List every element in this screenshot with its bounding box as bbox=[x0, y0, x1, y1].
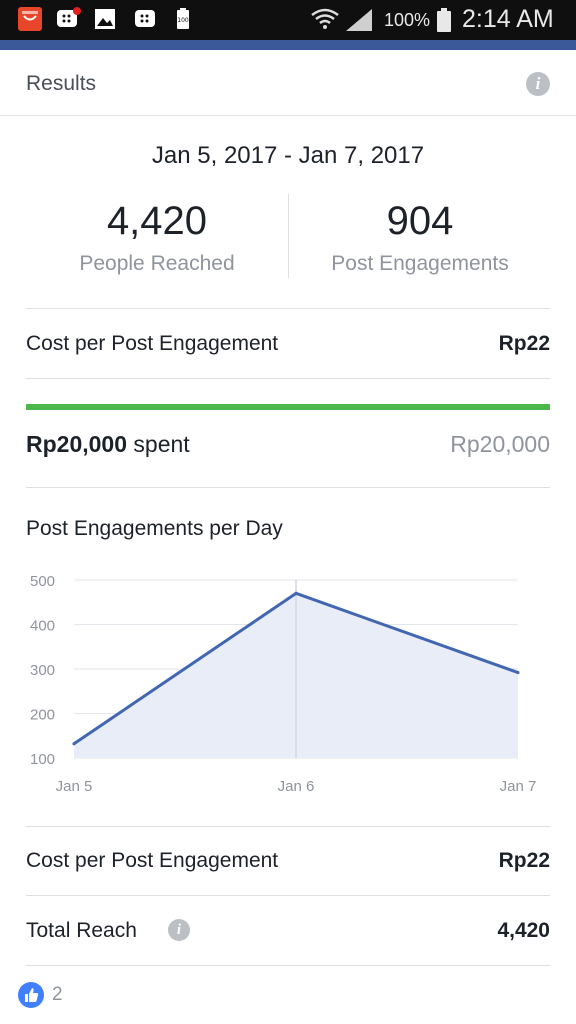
info-icon[interactable]: i bbox=[526, 72, 550, 96]
signal-icon bbox=[344, 7, 374, 31]
cost-per-engagement-label: Cost per Post Engagement bbox=[26, 332, 279, 355]
cost-per-engagement-value: Rp22 bbox=[498, 849, 550, 872]
total-reach-value: 4,420 bbox=[497, 919, 550, 942]
total-reach-row: Total Reach 4,420 bbox=[26, 919, 550, 949]
divider bbox=[26, 378, 550, 379]
battery-100-icon: 100 bbox=[176, 7, 190, 31]
y-tick-label: 100 bbox=[30, 751, 55, 768]
results-header: Results i bbox=[0, 50, 576, 116]
budget-total: Rp20,000 bbox=[450, 431, 550, 457]
wifi-icon bbox=[310, 7, 340, 31]
y-tick-label: 500 bbox=[30, 573, 55, 590]
x-tick-label: Jan 7 bbox=[500, 778, 537, 795]
budget-progress-bar bbox=[26, 404, 550, 410]
budget-progress-fill bbox=[26, 404, 550, 410]
battery-percent: 100% bbox=[384, 10, 431, 30]
divider bbox=[26, 965, 550, 966]
aliexpress-icon bbox=[18, 7, 42, 31]
post-engagements-label: Post Engagements bbox=[331, 252, 509, 275]
date-range: Jan 5, 2017 - Jan 7, 2017 bbox=[151, 142, 425, 169]
people-reached-stat: 4,420 People Reached bbox=[26, 198, 288, 276]
data-point bbox=[516, 671, 520, 675]
x-tick-label: Jan 5 bbox=[56, 778, 93, 795]
data-point bbox=[294, 591, 298, 595]
divider bbox=[26, 895, 550, 896]
spent-suffix: spent bbox=[127, 431, 190, 457]
data-point bbox=[72, 742, 76, 746]
y-tick-label: 300 bbox=[30, 662, 55, 679]
y-tick-label: 400 bbox=[30, 618, 55, 635]
divider bbox=[26, 826, 550, 827]
app-header-strip bbox=[0, 40, 576, 50]
gallery-icon bbox=[94, 7, 116, 31]
engagements-chart: 500 400 300 200 100Jan 5 Jan 6 Jan 7 bbox=[30, 573, 537, 795]
clock: 2:14 AM bbox=[462, 5, 554, 33]
chart-title: Post Engagements per Day bbox=[26, 517, 283, 540]
y-tick-label: 200 bbox=[30, 707, 55, 724]
cost-per-engagement-label: Cost per Post Engagement bbox=[26, 849, 279, 872]
x-tick-label: Jan 6 bbox=[278, 778, 315, 795]
divider bbox=[26, 308, 550, 309]
battery-icon bbox=[436, 7, 452, 32]
like-count: 2 bbox=[52, 984, 63, 1005]
people-reached-value: 4,420 bbox=[106, 199, 208, 243]
svg-text:100: 100 bbox=[177, 17, 189, 24]
post-engagements-value: 904 bbox=[386, 199, 454, 243]
cost-per-engagement-value: Rp22 bbox=[498, 332, 550, 355]
status-bar: 100 100% 2:14 AM bbox=[0, 0, 576, 40]
spent-amount: Rp20,000 bbox=[26, 431, 128, 457]
bbm-notification-icon bbox=[56, 7, 81, 31]
bbm-icon bbox=[134, 7, 156, 31]
post-engagements-stat: 904 Post Engagements bbox=[290, 198, 550, 276]
people-reached-label: People Reached bbox=[79, 252, 235, 275]
divider bbox=[26, 487, 550, 488]
cost-per-engagement-row: Cost per Post Engagement Rp22 bbox=[26, 332, 550, 362]
page-title: Results bbox=[26, 72, 97, 95]
total-reach-label: Total Reach bbox=[26, 919, 137, 942]
cost-per-engagement-row-bottom: Cost per Post Engagement Rp22 bbox=[26, 849, 550, 879]
total-reach-info-icon[interactable]: i bbox=[168, 919, 190, 941]
thumbs-up-icon bbox=[18, 982, 44, 1008]
budget-spent-row: Rp20,000 spent Rp20,000 bbox=[26, 431, 550, 461]
stat-divider bbox=[288, 194, 289, 278]
